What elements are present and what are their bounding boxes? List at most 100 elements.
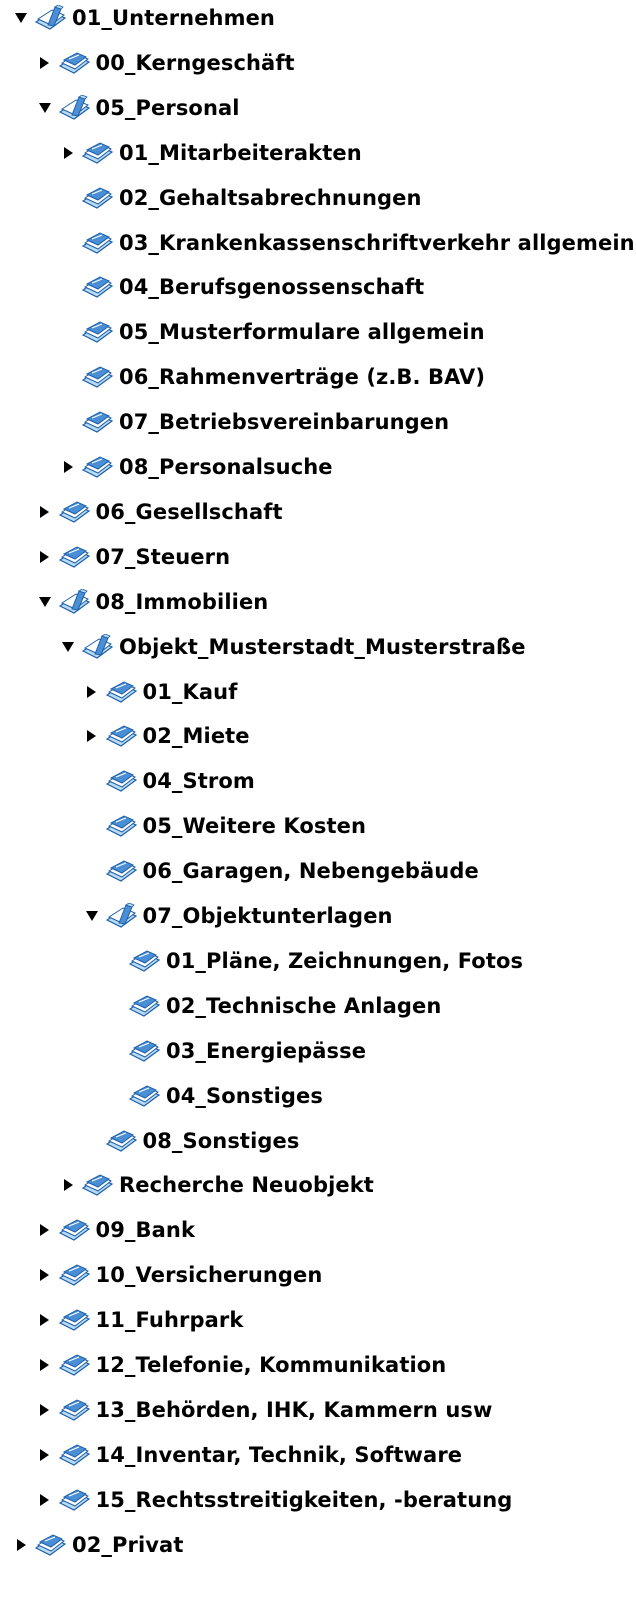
tree-node-label: 08_Sonstiges <box>142 1128 300 1153</box>
folder-open-icon <box>32 0 68 40</box>
tree-node-12-telefonie-kommunikation[interactable]: 12_Telefonie, Kommunikation <box>34 1343 447 1387</box>
expand-arrow-right-icon[interactable] <box>34 41 56 85</box>
tree-node-06-gesellschaft[interactable]: 06_Gesellschaft <box>34 490 283 534</box>
tree-node-08-sonstiges[interactable]: 08_Sonstiges <box>81 1119 300 1163</box>
folder-icon <box>79 310 115 354</box>
folder-icon <box>79 176 115 220</box>
tree-node-label: 05_Musterformulare allgemein <box>119 320 485 345</box>
expand-arrow-down-icon[interactable] <box>34 86 56 130</box>
tree-node-label: 02_Technische Anlagen <box>166 993 442 1018</box>
folder-icon <box>103 714 139 758</box>
tree-node-label: 06_Garagen, Nebengebäude <box>142 859 479 884</box>
tree-node-03-krankenkassenschriftverkehr-allgemein[interactable]: 03_Krankenkassenschriftverkehr allgemein <box>57 221 635 265</box>
tree-node-label: 09_Bank <box>95 1218 196 1243</box>
tree-node-07-objektunterlagen[interactable]: 07_Objektunterlagen <box>81 894 393 938</box>
tree-node-09-bank[interactable]: 09_Bank <box>34 1208 196 1252</box>
expand-arrow-right-icon[interactable] <box>34 535 56 579</box>
tree-node-label: 07_Steuern <box>95 544 231 569</box>
tree-node-label: 11_Fuhrpark <box>95 1308 244 1333</box>
folder-icon <box>56 535 92 579</box>
expand-arrow-down-icon[interactable] <box>10 0 32 40</box>
expand-arrow-down-icon[interactable] <box>81 894 103 938</box>
tree-node-03-energiepasse[interactable]: 03_Energiepässe <box>104 1029 366 1073</box>
expand-arrow-right-icon[interactable] <box>34 1208 56 1252</box>
tree-node-label: Objekt_Musterstadt_Musterstraße <box>119 634 526 659</box>
tree-node-06-rahmenvertrage-z-b-bav[interactable]: 06_Rahmenverträge (z.B. BAV) <box>57 355 485 399</box>
expand-arrow-right-icon[interactable] <box>34 1253 56 1297</box>
tree-node-01-unternehmen[interactable]: 01_Unternehmen <box>10 0 275 40</box>
tree-node-08-immobilien[interactable]: 08_Immobilien <box>34 580 269 624</box>
folder-icon <box>79 445 115 489</box>
folder-icon <box>79 221 115 265</box>
tree-node-13-behorden-ihk-kammern-usw[interactable]: 13_Behörden, IHK, Kammern usw <box>34 1388 493 1432</box>
folder-open-icon <box>79 625 115 669</box>
expand-arrow-right-icon[interactable] <box>81 670 103 714</box>
folder-icon <box>79 131 115 175</box>
tree-node-05-musterformulare-allgemein[interactable]: 05_Musterformulare allgemein <box>57 310 485 354</box>
expand-arrow-right-icon[interactable] <box>34 1298 56 1342</box>
tree-node-objekt-musterstadt-musterstrasse[interactable]: Objekt_Musterstadt_Musterstraße <box>57 625 526 669</box>
folder-icon <box>126 984 162 1028</box>
folder-icon <box>56 490 92 534</box>
tree-node-02-gehaltsabrechnungen[interactable]: 02_Gehaltsabrechnungen <box>57 176 422 220</box>
folder-icon <box>56 1478 92 1522</box>
folder-icon <box>103 1119 139 1163</box>
tree-node-label: 05_Weitere Kosten <box>142 814 367 839</box>
folder-icon <box>103 849 139 893</box>
tree-node-15-rechtsstreitigkeiten-beratung[interactable]: 15_Rechtsstreitigkeiten, -beratung <box>34 1478 513 1522</box>
expand-arrow-down-icon[interactable] <box>34 580 56 624</box>
tree-node-07-steuern[interactable]: 07_Steuern <box>34 535 231 579</box>
expand-arrow-right-icon[interactable] <box>57 131 79 175</box>
tree-node-10-versicherungen[interactable]: 10_Versicherungen <box>34 1253 323 1297</box>
expand-arrow-right-icon[interactable] <box>81 714 103 758</box>
expand-arrow-right-icon[interactable] <box>10 1523 32 1567</box>
tree-node-04-berufsgenossenschaft[interactable]: 04_Berufsgenossenschaft <box>57 265 424 309</box>
folder-icon <box>126 939 162 983</box>
tree-node-label: 14_Inventar, Technik, Software <box>95 1442 463 1467</box>
folder-icon <box>56 41 92 85</box>
tree-node-label: 03_Energiepässe <box>166 1038 367 1063</box>
folder-open-icon <box>56 580 92 624</box>
tree-node-08-personalsuche[interactable]: 08_Personalsuche <box>57 445 333 489</box>
tree-node-02-miete[interactable]: 02_Miete <box>81 714 250 758</box>
tree-node-01-mitarbeiterakten[interactable]: 01_Mitarbeiterakten <box>57 131 362 175</box>
tree-node-recherche-neuobjekt[interactable]: Recherche Neuobjekt <box>57 1163 374 1207</box>
tree-node-label: 12_Telefonie, Kommunikation <box>95 1353 447 1377</box>
tree-node-07-betriebsvereinbarungen[interactable]: 07_Betriebsvereinbarungen <box>57 400 449 444</box>
tree-node-label: 07_Betriebsvereinbarungen <box>119 410 450 435</box>
folder-icon <box>56 1343 92 1387</box>
tree-node-06-garagen-nebengebaude[interactable]: 06_Garagen, Nebengebäude <box>81 849 479 893</box>
tree-node-05-personal[interactable]: 05_Personal <box>34 86 240 130</box>
folder-icon <box>103 804 139 848</box>
tree-node-label: 02_Privat <box>72 1532 184 1557</box>
tree-node-04-sonstiges[interactable]: 04_Sonstiges <box>104 1074 323 1118</box>
tree-node-label: 02_Gehaltsabrechnungen <box>119 185 422 210</box>
tree-node-01-plane-zeichnungen-fotos[interactable]: 01_Pläne, Zeichnungen, Fotos <box>104 939 523 983</box>
tree-node-11-fuhrpark[interactable]: 11_Fuhrpark <box>34 1298 244 1342</box>
tree-node-02-privat[interactable]: 02_Privat <box>10 1523 183 1567</box>
folder-icon <box>56 1298 92 1342</box>
folder-icon <box>79 355 115 399</box>
expand-arrow-right-icon[interactable] <box>57 445 79 489</box>
expand-arrow-right-icon[interactable] <box>34 1388 56 1432</box>
tree-node-05-weitere-kosten[interactable]: 05_Weitere Kosten <box>81 804 367 848</box>
folder-icon <box>126 1074 162 1118</box>
expand-arrow-right-icon[interactable] <box>34 490 56 534</box>
expand-arrow-right-icon[interactable] <box>34 1478 56 1522</box>
tree-node-label: 08_Immobilien <box>95 589 269 614</box>
tree-node-02-technische-anlagen[interactable]: 02_Technische Anlagen <box>104 984 441 1028</box>
tree-node-label: 04_Strom <box>142 769 255 794</box>
expand-arrow-right-icon[interactable] <box>34 1433 56 1477</box>
expand-arrow-right-icon[interactable] <box>34 1343 56 1387</box>
tree-node-label: 04_Berufsgenossenschaft <box>119 275 425 300</box>
tree-node-04-strom[interactable]: 04_Strom <box>81 759 255 803</box>
tree-node-01-kauf[interactable]: 01_Kauf <box>81 670 238 714</box>
tree-node-14-inventar-technik-software[interactable]: 14_Inventar, Technik, Software <box>34 1433 463 1477</box>
tree-node-label: 15_Rechtsstreitigkeiten, -beratung <box>95 1487 513 1512</box>
expand-arrow-right-icon[interactable] <box>57 1163 79 1207</box>
tree-node-label: 01_Unternehmen <box>72 6 275 30</box>
tree-node-label: 01_Kauf <box>142 679 238 704</box>
tree-node-00-kerngeschaft[interactable]: 00_Kerngeschäft <box>34 41 295 85</box>
expand-arrow-down-icon[interactable] <box>57 625 79 669</box>
tree-node-label: 03_Krankenkassenschriftverkehr allgemein <box>119 230 635 255</box>
